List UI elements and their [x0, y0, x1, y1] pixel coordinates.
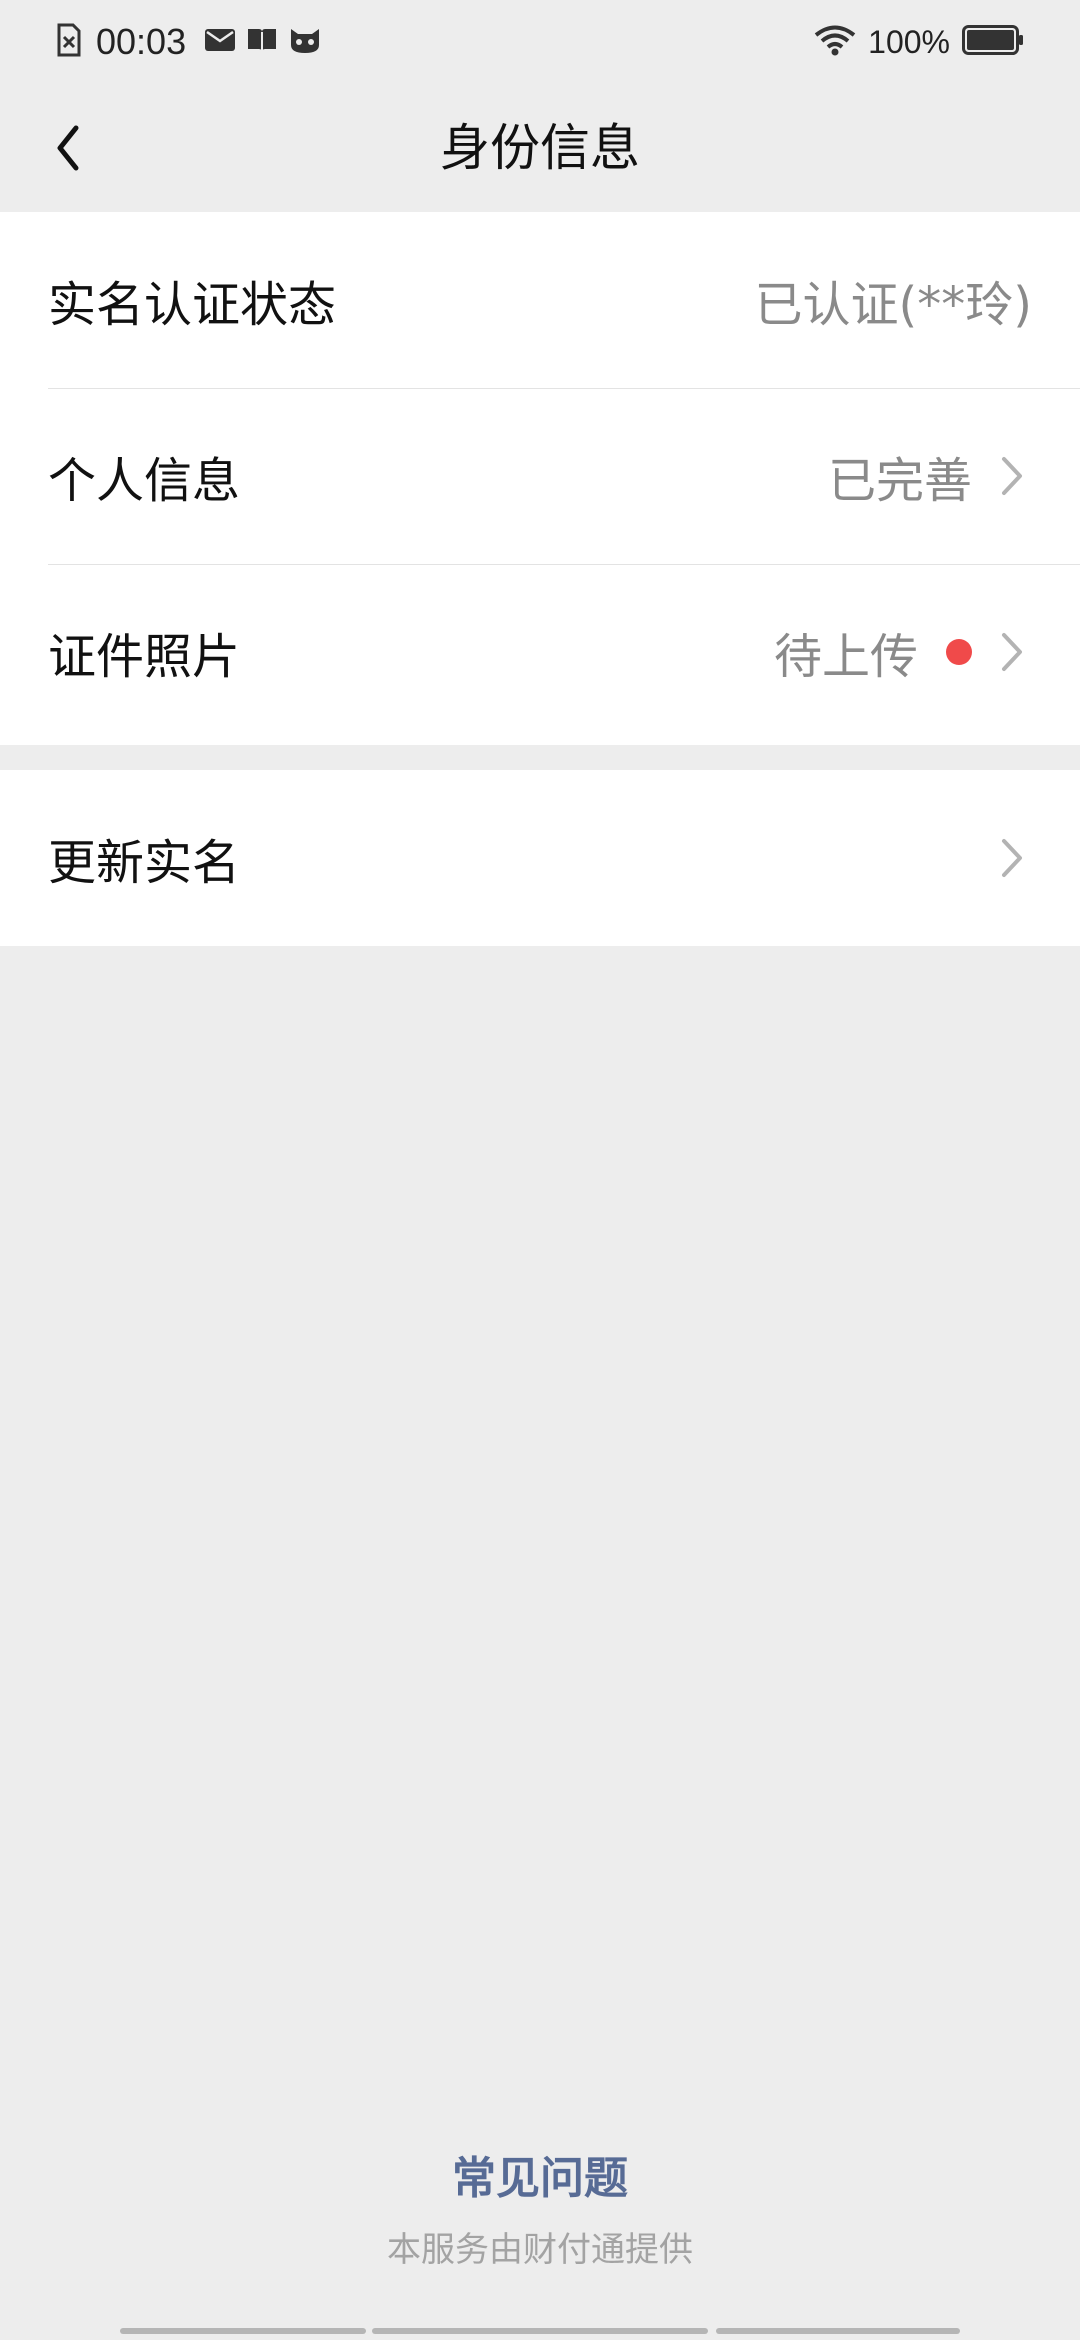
row-label: 证件照片 [48, 629, 241, 685]
row-label: 实名认证状态 [48, 277, 337, 333]
row-value: 已认证(**玲) [754, 277, 1032, 333]
identity-info-group: 实名认证状态 已认证(**玲) 个人信息 已完善 证件照片 待上传 [0, 212, 1080, 745]
chevron-right-icon [992, 628, 1032, 676]
cat-face-icon [288, 25, 322, 59]
row-label: 更新实名 [48, 835, 241, 891]
row-value: 待上传 [773, 629, 918, 685]
status-bar: 00:03 100% [0, 0, 1080, 84]
chevron-right-icon [992, 452, 1032, 500]
status-time: 00:03 [96, 21, 187, 62]
wifi-icon [814, 24, 856, 60]
status-left: 00:03 [56, 18, 322, 66]
chevron-right-icon [992, 834, 1032, 882]
mail-icon [204, 27, 236, 57]
indicator-bar [372, 2328, 708, 2334]
row-id-photo[interactable]: 证件照片 待上传 [0, 564, 1080, 740]
update-realname-group: 更新实名 [0, 770, 1080, 946]
indicator-bar [120, 2328, 366, 2334]
battery-icon [962, 24, 1024, 60]
page-title: 身份信息 [440, 119, 640, 177]
nav-bar: 身份信息 [0, 84, 1080, 212]
indicator-bar [716, 2328, 960, 2334]
battery-percent: 100% [868, 23, 950, 60]
faq-link[interactable]: 常见问题 [0, 2142, 1080, 2206]
row-personal-info[interactable]: 个人信息 已完善 [0, 388, 1080, 564]
book-icon [246, 26, 278, 58]
row-verification-status: 实名认证状态 已认证(**玲) [0, 212, 1080, 388]
service-provider-note: 本服务由财付通提供 [387, 2230, 693, 2270]
row-update-realname[interactable]: 更新实名 [0, 770, 1080, 946]
sim-error-icon [56, 23, 82, 61]
row-label: 个人信息 [48, 453, 241, 509]
status-right: 100% [814, 18, 1024, 66]
row-value: 已完善 [827, 453, 972, 509]
bottom-indicator-bars [0, 2328, 1080, 2336]
notification-dot [946, 639, 972, 665]
